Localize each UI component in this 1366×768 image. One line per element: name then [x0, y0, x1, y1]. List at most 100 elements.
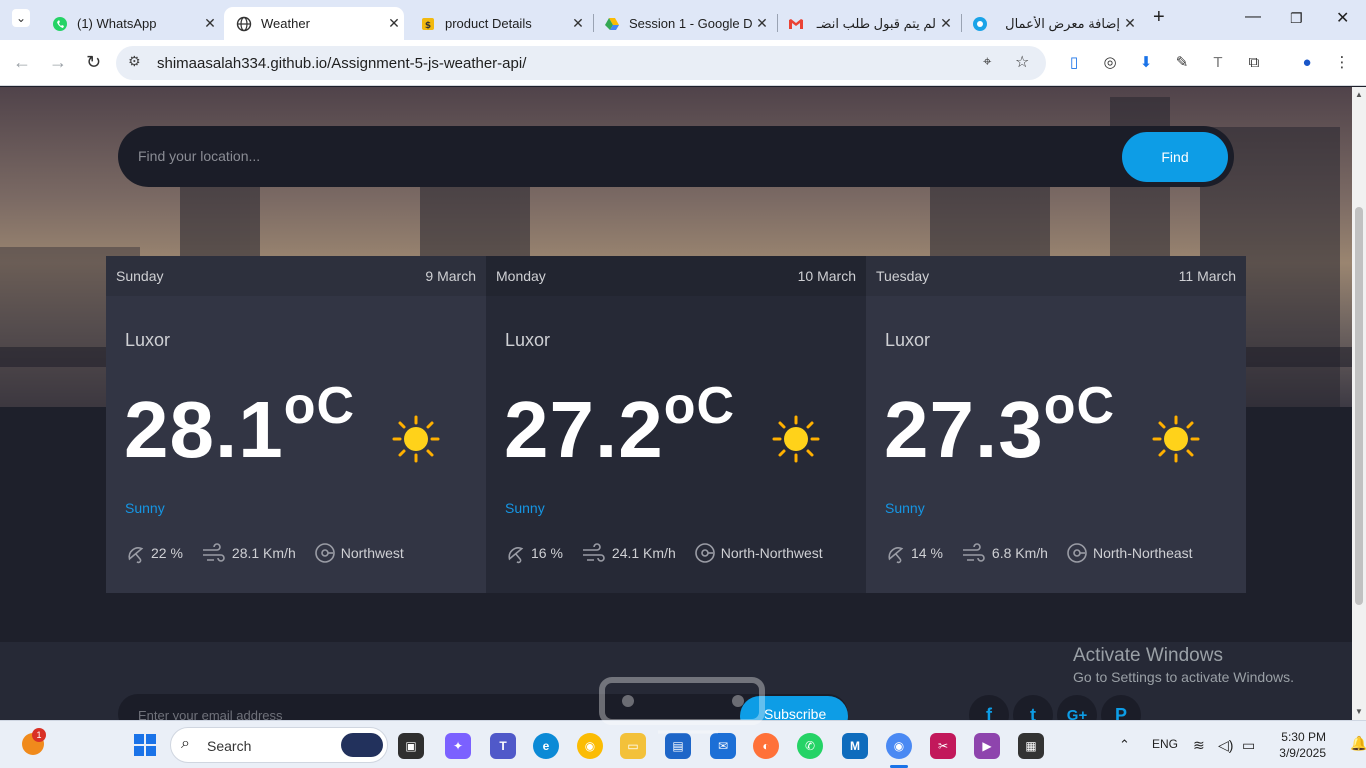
copilot-icon[interactable]: ✦ [445, 733, 471, 759]
omnibox[interactable]: ⚙ shimaasalah334.github.io/Assignment-5-… [116, 46, 1046, 80]
search-icon: ⌕ [181, 735, 190, 752]
media-player-icon[interactable]: ▦ [1018, 733, 1044, 759]
humidity-value: 22 % [151, 545, 183, 561]
language-indicator[interactable]: ENG [1152, 737, 1178, 751]
circle-app-icon [972, 16, 988, 32]
chrome-active-icon[interactable]: ◉ [886, 733, 912, 759]
wind-speed-value: 28.1 Km/h [231, 545, 296, 561]
tab-google-drive[interactable]: Session 1 - Google Dr ✕ [592, 7, 772, 40]
scroll-down-icon[interactable]: ▼ [1355, 707, 1363, 716]
site-settings-icon[interactable]: ⚙ [128, 53, 141, 70]
close-icon[interactable]: ✕ [384, 15, 404, 32]
sun-icon [1152, 415, 1200, 463]
tab-portfolio[interactable]: إضافة معرض الأعمال ✕ [960, 7, 1140, 40]
facebook-icon[interactable]: f [969, 695, 1009, 720]
taskbar-search-label: Search [207, 738, 252, 754]
wind-speed-value: 24.1 Km/h [611, 545, 676, 561]
forecast-date: 10 March [797, 268, 856, 284]
clock-date: 3/9/2025 [1279, 746, 1326, 760]
umbrella-icon [508, 547, 524, 564]
forecast-day: Monday [496, 268, 546, 284]
find-button[interactable]: Find [1122, 132, 1228, 182]
compass-icon [1067, 543, 1087, 563]
taskbar-clock[interactable]: 5:30 PM 3/9/2025 [1270, 729, 1326, 761]
tab-search-button[interactable]: ⌄ [12, 9, 30, 27]
microsoft365-icon[interactable]: M [842, 733, 868, 759]
close-icon[interactable]: ✕ [568, 15, 588, 32]
bookmark-star-icon[interactable]: ☆ [1015, 52, 1029, 72]
wifi-icon[interactable]: ≋ [1193, 737, 1205, 754]
tab-title: Session 1 - Google Dr [629, 16, 752, 31]
forecast-stats: 16 % 24.1 Km/h North-Northwest [504, 542, 841, 564]
forecast-temperature: 27.3oC [884, 377, 1116, 474]
wind-direction-value: North-Northeast [1092, 545, 1193, 561]
pinterest-icon[interactable]: P [1101, 695, 1141, 720]
volume-icon[interactable]: ◁) [1218, 737, 1233, 754]
teams-icon[interactable]: T [490, 733, 516, 759]
page-viewport: Find your location... Find Sunday 9 Marc… [0, 87, 1352, 720]
scroll-up-icon[interactable]: ▲ [1355, 90, 1363, 99]
extension-doc-icon[interactable]: ▯ [1065, 53, 1083, 71]
google-plus-icon[interactable]: G+ [1057, 695, 1097, 720]
battery-icon[interactable]: ▭ [1242, 737, 1255, 754]
close-icon[interactable]: ✕ [936, 15, 956, 32]
compass-icon [314, 543, 335, 563]
restore-button[interactable]: ❐ [1290, 10, 1303, 27]
whatsapp-taskbar-icon[interactable]: ✆ [797, 733, 823, 759]
back-icon[interactable]: ← [13, 52, 31, 73]
forecast-condition: Sunny [125, 500, 165, 516]
gmail-icon [788, 16, 804, 32]
tab-weather[interactable]: Weather ✕ [224, 7, 404, 40]
extensions-puzzle-icon[interactable]: ⧉ [1245, 53, 1263, 71]
new-tab-button[interactable]: + [1153, 6, 1165, 29]
twitter-icon[interactable]: t [1013, 695, 1053, 720]
url-text[interactable]: shimaasalah334.github.io/Assignment-5-js… [157, 55, 526, 72]
forecast-stats: 14 % 6.8 Km/h North-Northeast [884, 542, 1211, 564]
reload-icon[interactable]: ↻ [86, 52, 101, 73]
tab-gmail[interactable]: لم يتم قبول طلب انضـ ✕ [776, 7, 956, 40]
tab-whatsapp[interactable]: (1) WhatsApp ✕ [40, 7, 220, 40]
scrollbar-thumb[interactable] [1355, 207, 1363, 605]
wind-icon [202, 543, 225, 562]
search-highlight-icon [341, 733, 383, 757]
forecast-day: Sunday [116, 268, 164, 284]
download-icon[interactable]: ⬇ [1137, 53, 1155, 71]
extension-code-icon[interactable]: ◎ [1101, 53, 1119, 71]
search-input[interactable]: Find your location... [138, 148, 260, 164]
minimize-button[interactable]: — [1245, 8, 1261, 26]
page-scrollbar[interactable]: ▲ ▼ [1352, 87, 1366, 720]
menu-kebab-icon[interactable]: ⋮ [1333, 53, 1351, 71]
compass-icon [694, 543, 715, 563]
forecast-date: 9 March [425, 268, 476, 284]
eyedropper-icon[interactable]: ✎ [1173, 53, 1191, 71]
forecast-temperature: 27.2oC [504, 377, 736, 474]
edge-icon[interactable]: e [533, 733, 559, 759]
task-view-icon[interactable]: ▣ [398, 733, 424, 759]
notifications-bell-icon[interactable]: 🔔 [1350, 735, 1366, 752]
windows-start-icon[interactable] [134, 734, 156, 756]
profile-avatar-icon[interactable]: ● [1298, 53, 1316, 71]
forecast-card: Monday 10 March Luxor 27.2oC Sunny 16 % … [486, 256, 866, 593]
forecast-stats: 22 % 28.1 Km/h Northwest [124, 542, 422, 564]
forecast-day: Tuesday [876, 268, 930, 284]
location-pin-icon[interactable]: ⌖ [983, 53, 991, 70]
clipchamp-icon[interactable]: ▶ [974, 733, 1000, 759]
close-icon[interactable]: ✕ [1120, 15, 1140, 32]
location-search-bar: Find your location... Find [118, 126, 1234, 187]
font-extension-icon[interactable]: T [1209, 53, 1227, 71]
snipping-tool-icon[interactable]: ✂ [930, 733, 956, 759]
tab-product-details[interactable]: $ product Details ✕ [408, 7, 588, 40]
sun-icon [392, 415, 440, 463]
close-icon[interactable]: ✕ [752, 15, 772, 32]
svg-text:$: $ [425, 21, 431, 31]
tab-title: (1) WhatsApp [77, 16, 157, 31]
close-icon[interactable]: ✕ [200, 15, 220, 32]
forecast-card-header: Tuesday 11 March [866, 256, 1246, 296]
activate-windows-subtitle: Go to Settings to activate Windows. [1073, 669, 1294, 685]
forward-icon[interactable]: → [49, 52, 67, 73]
tray-overflow-icon[interactable]: ⌃ [1119, 737, 1130, 753]
tab-title: لم يتم قبول طلب انضـ [816, 15, 936, 31]
taskbar-search-box[interactable]: ⌕ Search [170, 727, 388, 763]
close-window-button[interactable]: ✕ [1336, 8, 1349, 28]
humidity-value: 14 % [911, 545, 943, 561]
